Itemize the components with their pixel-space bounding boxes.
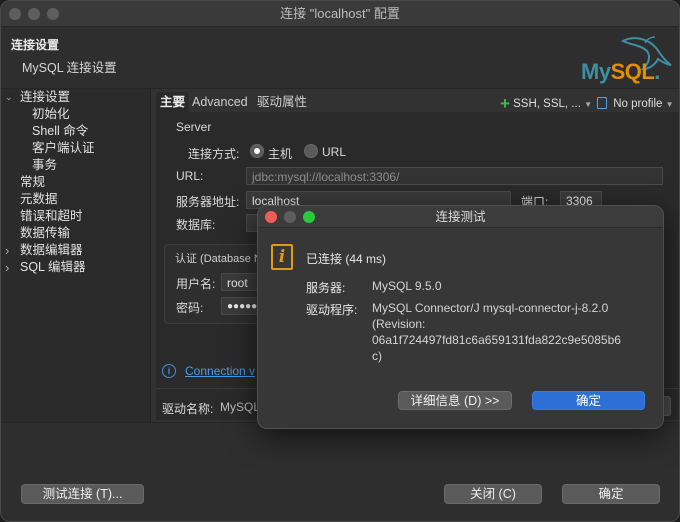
database-label: 数据库: xyxy=(176,218,216,232)
info-icon: i xyxy=(162,364,176,378)
mysql-logo: MySQL. xyxy=(575,31,675,87)
password-label: 密码: xyxy=(176,301,204,315)
sidebar-item-connection-settings[interactable]: ⌄ 连接设置 xyxy=(1,89,151,106)
dialog-close-button[interactable] xyxy=(265,211,277,223)
bottom-button-bar: 测试连接 (T)... 关闭 (C) 确定 xyxy=(1,422,679,521)
server-group-label: Server xyxy=(176,120,212,134)
ok-button[interactable]: 确定 xyxy=(562,484,660,504)
sidebar-item-initialization[interactable]: 初始化 xyxy=(32,106,70,123)
host-radio-label: 主机 xyxy=(268,147,293,161)
url-label: URL: xyxy=(176,169,204,183)
dialog-title-bar: 连接测试 xyxy=(258,206,663,228)
document-icon xyxy=(597,97,607,109)
minimize-window-button[interactable] xyxy=(28,8,40,20)
url-radio[interactable] xyxy=(304,144,318,158)
chevron-down-icon: ▼ xyxy=(665,100,674,109)
sidebar-item-data-transfer[interactable]: 数据传输 xyxy=(20,225,70,242)
profile-selector[interactable]: No profile ▼ xyxy=(597,95,674,113)
connection-details-link[interactable]: Connection v xyxy=(185,364,255,378)
sidebar-item-client-auth[interactable]: 客户端认证 xyxy=(32,140,95,157)
dialog-minimize-button[interactable] xyxy=(284,211,296,223)
server-label: 服务器: xyxy=(306,281,346,295)
driver-value-line4: c) xyxy=(372,349,382,363)
connect-by-label: 连接方式: xyxy=(188,147,240,161)
host-label: 服务器地址: xyxy=(176,195,240,209)
chevron-down-icon: ▼ xyxy=(584,100,593,109)
url-radio-label: URL xyxy=(322,145,347,159)
header-title: 连接设置 xyxy=(11,38,60,52)
sidebar-item-sql-editor[interactable]: › SQL 编辑器 xyxy=(1,259,151,276)
driver-value-line1: MySQL Connector/J mysql-connector-j-8.2.… xyxy=(372,301,609,315)
info-icon: i xyxy=(271,244,293,270)
connection-config-window: 连接 "localhost" 配置 连接设置 MySQL 连接设置 MySQL.… xyxy=(0,0,680,522)
auth-group-label: 认证 (Database N xyxy=(175,253,262,265)
sidebar-item-shell-commands[interactable]: Shell 命令 xyxy=(32,123,88,140)
ssh-ssl-button[interactable]: + SSH, SSL, ... ▼ xyxy=(500,95,592,113)
close-button[interactable]: 关闭 (C) xyxy=(444,484,542,504)
dialog-ok-button[interactable]: 确定 xyxy=(532,391,645,410)
close-window-button[interactable] xyxy=(9,8,21,20)
chevron-right-icon: › xyxy=(5,260,10,275)
url-field[interactable]: jdbc:mysql://localhost:3306/ xyxy=(246,167,663,185)
host-radio[interactable] xyxy=(250,144,264,158)
details-button[interactable]: 详细信息 (D) >> xyxy=(398,391,512,410)
title-bar: 连接 "localhost" 配置 xyxy=(1,1,679,27)
header-subtitle: MySQL 连接设置 xyxy=(22,61,117,75)
tab-advanced[interactable]: Advanced xyxy=(188,92,252,112)
settings-sidebar: ⌄ 连接设置 初始化 Shell 命令 客户端认证 事务 常规 元数据 错误和超… xyxy=(1,89,151,422)
connection-status: 已连接 (44 ms) xyxy=(306,252,387,266)
dialog-zoom-button[interactable] xyxy=(303,211,315,223)
mysql-logo-text: MySQL. xyxy=(581,59,660,84)
sidebar-item-data-editor[interactable]: › 数据编辑器 xyxy=(1,242,151,259)
dialog-title: 连接测试 xyxy=(435,210,486,224)
driver-name-label: 驱动名称: xyxy=(162,402,214,416)
connection-test-dialog: 连接测试 i 已连接 (44 ms) 服务器: MySQL 9.5.0 驱动程序… xyxy=(257,205,664,429)
driver-value-line3: 06a1f724497fd81c6a659131fda822c9e5085b6 xyxy=(372,333,621,347)
driver-label: 驱动程序: xyxy=(306,303,358,317)
server-version-value: MySQL 9.5.0 xyxy=(372,279,442,293)
driver-name-value: MySQL xyxy=(220,400,261,414)
chevron-down-icon: ⌄ xyxy=(5,92,13,102)
username-label: 用户名: xyxy=(176,277,216,291)
header-banner: 连接设置 MySQL 连接设置 MySQL. xyxy=(1,27,679,89)
sidebar-item-errors-timeouts[interactable]: 错误和超时 xyxy=(20,208,83,225)
window-title: 连接 "localhost" 配置 xyxy=(280,6,400,21)
tab-bar: 主要 Advanced 驱动属性 + SSH, SSL, ... ▼ No pr… xyxy=(154,92,679,113)
plus-icon: + xyxy=(500,94,510,113)
sidebar-item-transactions[interactable]: 事务 xyxy=(32,157,57,174)
zoom-window-button[interactable] xyxy=(47,8,59,20)
chevron-right-icon: › xyxy=(5,243,10,258)
sidebar-item-metadata[interactable]: 元数据 xyxy=(20,191,58,208)
sidebar-item-general[interactable]: 常规 xyxy=(20,174,45,191)
driver-value-line2: (Revision: xyxy=(372,317,426,331)
test-connection-button[interactable]: 测试连接 (T)... xyxy=(21,484,144,504)
tab-main[interactable]: 主要 xyxy=(156,92,190,112)
tab-driver-properties[interactable]: 驱动属性 xyxy=(253,92,311,112)
